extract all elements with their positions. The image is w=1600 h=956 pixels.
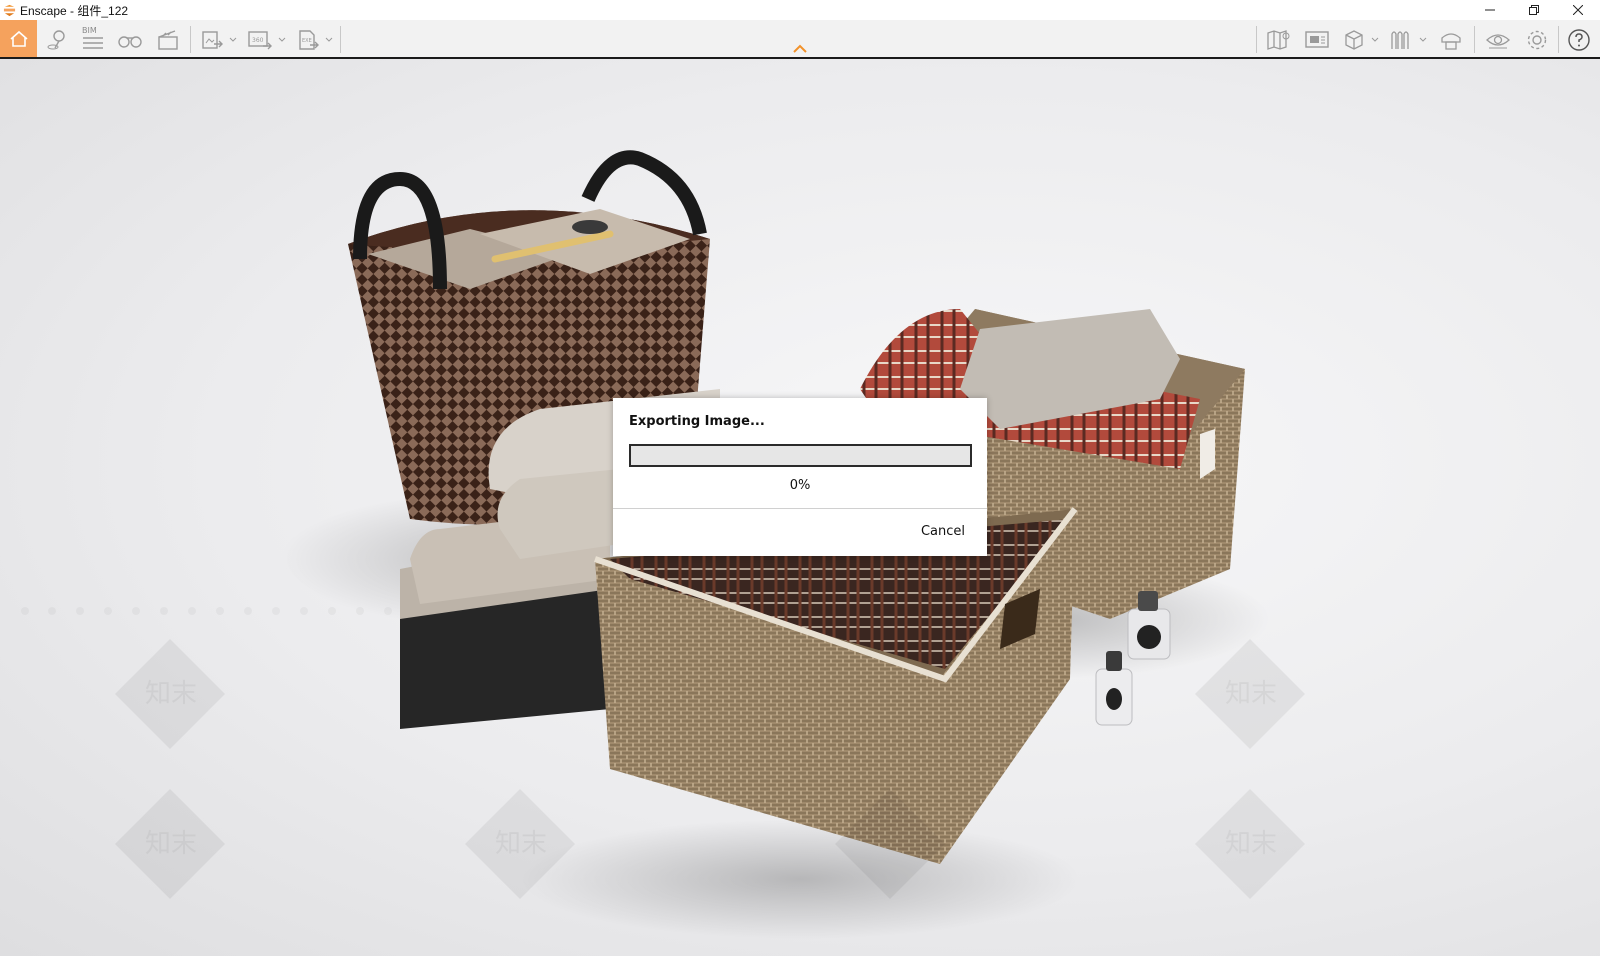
bim-label: BIM [82, 26, 97, 35]
toolbar-separator [1474, 26, 1475, 53]
export-dropdown[interactable] [323, 23, 335, 56]
view-mode-button[interactable] [1340, 23, 1368, 56]
window-title: Enscape - 组件_122 [20, 3, 129, 18]
screenshot-dropdown[interactable] [227, 23, 239, 56]
asset-library-icon [1391, 30, 1409, 49]
map-button[interactable] [1264, 23, 1294, 56]
dialog-divider [613, 508, 987, 509]
toolbar-separator [340, 26, 341, 53]
toolbar-separator [190, 26, 191, 53]
restore-button[interactable] [1512, 0, 1556, 20]
asset-library-button[interactable] [1386, 23, 1416, 56]
eye-icon [1486, 33, 1510, 48]
upload-button[interactable] [1436, 23, 1466, 56]
gear-icon [1527, 30, 1547, 49]
collapse-toolbar-icon[interactable] [792, 44, 808, 54]
export-image-icon [202, 30, 223, 49]
visual-settings-button[interactable] [1482, 23, 1514, 56]
help-icon [1568, 28, 1590, 51]
chevron-down-icon [1419, 37, 1427, 42]
title-bar: Enscape - 组件_122 [0, 0, 1600, 20]
map-icon [1267, 29, 1290, 50]
render-viewport[interactable]: 知末 知末 知末 知末 知末 Exporting Image... 0% Can… [0, 59, 1600, 956]
binoculars-icon [118, 35, 142, 48]
screen-icon [1305, 30, 1329, 48]
clapperboard-icon [158, 29, 178, 50]
minimize-icon [1485, 9, 1495, 11]
settings-button[interactable] [1522, 23, 1552, 56]
location-pin-icon [47, 29, 65, 49]
export-exe-button[interactable]: EXE [294, 23, 322, 56]
home-icon [9, 30, 28, 47]
close-icon [1573, 5, 1583, 15]
panorama-dropdown[interactable] [276, 23, 288, 56]
minimize-button[interactable] [1468, 0, 1512, 20]
svg-text:360: 360 [252, 37, 264, 44]
bim-button[interactable]: BIM [78, 23, 108, 56]
main-toolbar: BIM 360 EXE [0, 20, 1600, 59]
svg-text:EXE: EXE [302, 38, 312, 44]
watermark-text: 知末 [1225, 829, 1277, 859]
watermark-text: 知末 [145, 829, 197, 859]
screenshot-button[interactable] [198, 23, 226, 56]
watermark-text: 知末 [145, 679, 197, 709]
watermark-text: 知末 [495, 829, 547, 859]
restore-icon [1529, 5, 1539, 15]
chevron-down-icon [229, 37, 237, 42]
video-editor-button[interactable] [153, 23, 183, 56]
info-overlay-button[interactable] [1302, 23, 1332, 56]
close-button[interactable] [1556, 0, 1600, 20]
chevron-down-icon [1371, 37, 1379, 42]
help-button[interactable] [1564, 23, 1594, 56]
panorama-button[interactable]: 360 [245, 23, 275, 56]
toolbar-separator [1256, 26, 1257, 53]
cancel-button[interactable]: Cancel [917, 522, 969, 541]
walk-mode-button[interactable] [115, 23, 145, 56]
toolbar-separator [1558, 26, 1559, 53]
bim-icon [83, 37, 103, 49]
asset-library-dropdown[interactable] [1417, 23, 1429, 56]
dialog-title: Exporting Image... [629, 414, 765, 429]
capture-icon [1441, 32, 1461, 50]
home-button[interactable] [0, 20, 37, 57]
export-progress-dialog: Exporting Image... 0% Cancel [613, 398, 987, 556]
progress-percent-label: 0% [789, 478, 811, 493]
view-mode-dropdown[interactable] [1369, 23, 1381, 56]
export-360-icon: 360 [248, 30, 272, 49]
watermark-text: 知末 [1225, 679, 1277, 709]
chevron-down-icon [278, 37, 286, 42]
export-exe-icon: EXE [299, 29, 319, 50]
views-button[interactable] [42, 23, 72, 56]
enscape-logo-icon [3, 4, 16, 16]
cube-icon [1345, 29, 1363, 50]
export-progress-bar [629, 444, 972, 467]
chevron-down-icon [325, 37, 333, 42]
